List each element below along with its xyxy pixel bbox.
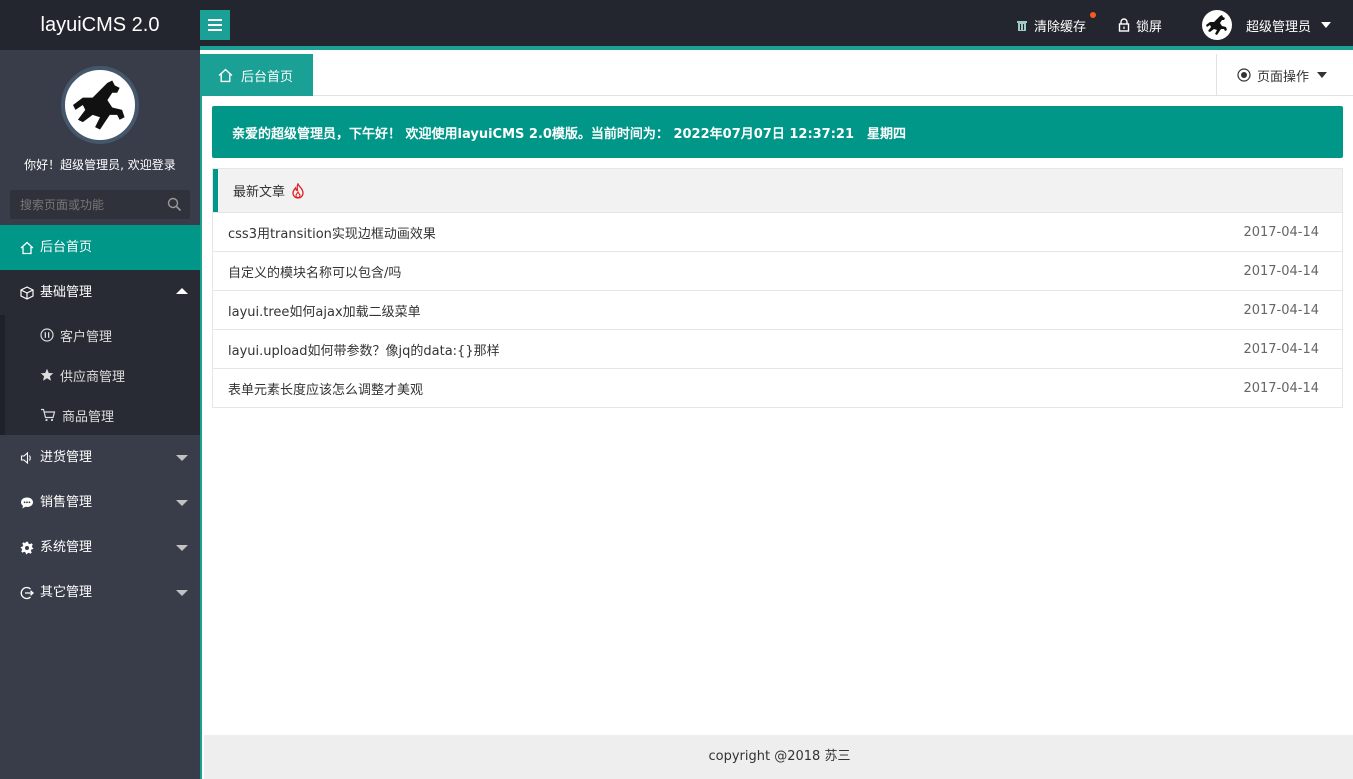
sidebar-item-label: 系统管理: [40, 540, 93, 555]
welcome-banner: 亲爱的超级管理员，下午好！ 欢迎使用layuiCMS 2.0模版。当前时间为： …: [212, 106, 1343, 158]
panel-header: 最新文章: [213, 169, 1342, 212]
sidebar-item-label: 后台首页: [40, 240, 93, 255]
header-actions: 清除缓存 锁屏 超级管理员: [984, 0, 1331, 50]
speaker-icon: [20, 451, 31, 464]
sidebar-item-label: 供应商管理: [60, 369, 126, 385]
hamburger-icon: [208, 19, 222, 21]
article-title[interactable]: css3用transition实现边框动画效果: [228, 223, 436, 242]
chevron-down-icon: [1317, 72, 1328, 78]
article-row[interactable]: layui.upload如何带参数？像jq的data:{}那样 2017-04-…: [213, 329, 1342, 368]
sidebar-item-label: 其它管理: [40, 585, 93, 600]
article-row[interactable]: css3用transition实现边框动画效果 2017-04-14: [213, 212, 1342, 251]
search-icon[interactable]: [167, 197, 182, 212]
sidebar-nav: 后台首页 基础管理 客户管理 供应商管理 商品管理 进货管理 销售管理 系统管理…: [0, 225, 200, 615]
sidebar-item-products[interactable]: 商品管理: [0, 395, 200, 435]
cart-icon: [41, 408, 56, 422]
sidebar-item-basic[interactable]: 基础管理: [0, 270, 200, 315]
article-date: 2017-04-14: [1243, 224, 1319, 240]
chevron-down-icon: [176, 500, 188, 506]
footer: copyright @2018 苏三: [204, 735, 1353, 779]
welcome-banner-text: 亲爱的超级管理员，下午好！ 欢迎使用layuiCMS 2.0模版。当前时间为： …: [232, 126, 907, 142]
article-row[interactable]: 自定义的模块名称可以包含/吗 2017-04-14: [213, 251, 1342, 290]
sidebar-item-label: 客户管理: [60, 329, 113, 345]
article-title[interactable]: 自定义的模块名称可以包含/吗: [228, 262, 401, 281]
chevron-up-icon: [176, 288, 188, 294]
exit-icon: [20, 586, 34, 599]
radio-dot-icon: [1237, 68, 1251, 82]
sidebar-avatar[interactable]: [61, 66, 139, 144]
user-avatar: [1201, 10, 1232, 40]
star-icon: [40, 368, 54, 381]
article-title[interactable]: layui.upload如何带参数？像jq的data:{}那样: [228, 340, 500, 359]
welcome-text: 你好！超级管理员, 欢迎登录: [24, 158, 176, 172]
clear-cache-button[interactable]: 清除缓存: [1016, 11, 1096, 35]
notification-dot: [1089, 11, 1096, 18]
tab-home[interactable]: 后台首页: [202, 54, 313, 96]
sidebar-item-suppliers[interactable]: 供应商管理: [0, 355, 200, 395]
lock-screen-button[interactable]: 锁屏: [1118, 16, 1162, 35]
clear-cache-label: 清除缓存: [1033, 19, 1086, 35]
user-menu[interactable]: 超级管理员: [1201, 10, 1331, 40]
main-content: 后台首页 页面操作 亲爱的超级管理员，下午好！ 欢迎使用layuiCMS 2.0…: [200, 54, 1353, 779]
sidebar-group-basic: 基础管理 客户管理 供应商管理 商品管理: [0, 270, 200, 435]
sidebar: 你好！超级管理员, 欢迎登录 后台首页 基础管理: [0, 50, 200, 779]
home-icon: [218, 68, 233, 82]
chat-icon: [21, 497, 33, 508]
page-operations-dropdown[interactable]: 页面操作: [1216, 54, 1353, 96]
latest-articles-panel: 最新文章 css3用transition实现边框动画效果 2017-04-14 …: [212, 168, 1343, 408]
tab-bar: 后台首页 页面操作: [202, 54, 1353, 96]
article-row[interactable]: 表单元素长度应该怎么调整才美观 2017-04-14: [213, 368, 1342, 407]
article-row[interactable]: layui.tree如何ajax加载二级菜单 2017-04-14: [213, 290, 1342, 329]
fire-icon: [292, 182, 304, 199]
chevron-down-icon: [176, 455, 188, 461]
sidebar-item-customers[interactable]: 客户管理: [0, 315, 200, 355]
home-icon: [20, 241, 34, 254]
horse-logo-icon: [73, 80, 125, 130]
sidebar-search: [10, 190, 190, 219]
menu-toggle-button[interactable]: [200, 10, 230, 40]
sidebar-item-purchase[interactable]: 进货管理: [0, 435, 200, 480]
gear-icon: [20, 541, 34, 554]
chevron-down-icon: [1321, 22, 1331, 28]
user-name: 超级管理员: [1245, 19, 1311, 35]
sidebar-item-system[interactable]: 系统管理: [0, 525, 200, 570]
article-date: 2017-04-14: [1243, 380, 1319, 396]
app-logo[interactable]: layuiCMS 2.0: [0, 0, 200, 50]
pause-circle-icon: [40, 328, 54, 342]
page-operations-label: 页面操作: [1257, 69, 1310, 85]
trash-icon: [1016, 20, 1027, 31]
sidebar-submenu-basic: 客户管理 供应商管理 商品管理: [0, 315, 200, 435]
search-input[interactable]: [10, 190, 190, 219]
panel-title: 最新文章: [233, 185, 286, 200]
top-header: layuiCMS 2.0 清除缓存 锁屏 超级管理员: [0, 0, 1353, 50]
tab-label: 后台首页: [241, 69, 294, 85]
article-title[interactable]: 表单元素长度应该怎么调整才美观: [228, 379, 423, 398]
copyright-text: copyright @2018 苏三: [708, 749, 851, 764]
sidebar-item-label: 基础管理: [40, 285, 93, 300]
sidebar-item-label: 销售管理: [40, 495, 93, 510]
sidebar-item-sales[interactable]: 销售管理: [0, 480, 200, 525]
chevron-down-icon: [176, 590, 188, 596]
article-date: 2017-04-14: [1243, 263, 1319, 279]
sidebar-item-other[interactable]: 其它管理: [0, 570, 200, 615]
lock-icon: [1118, 18, 1130, 32]
article-title[interactable]: layui.tree如何ajax加载二级菜单: [228, 301, 421, 320]
chevron-down-icon: [176, 545, 188, 551]
article-date: 2017-04-14: [1243, 302, 1319, 318]
horse-logo-icon: [1205, 15, 1227, 35]
article-date: 2017-04-14: [1243, 341, 1319, 357]
sidebar-item-label: 进货管理: [40, 450, 93, 465]
cube-icon: [20, 285, 34, 300]
lock-screen-label: 锁屏: [1135, 19, 1162, 35]
sidebar-item-home[interactable]: 后台首页: [0, 225, 200, 270]
user-panel: 你好！超级管理员, 欢迎登录: [0, 50, 200, 172]
sidebar-item-label: 商品管理: [62, 409, 115, 425]
